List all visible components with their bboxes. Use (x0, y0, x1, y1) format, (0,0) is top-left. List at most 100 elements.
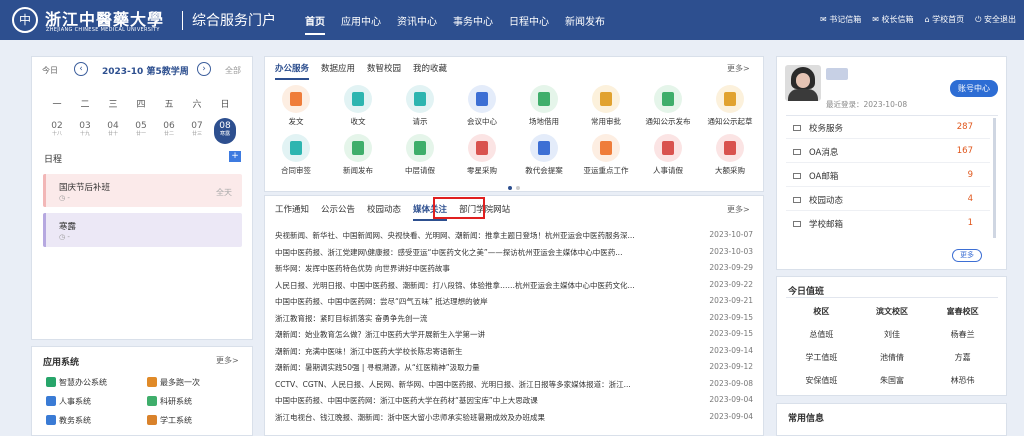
tab-announcements[interactable]: 公示公告 (321, 203, 355, 221)
calendar-day[interactable]: 04 廿十 (102, 118, 124, 144)
nav-schedule-center[interactable]: 日程中心 (509, 13, 549, 35)
news-item[interactable]: 浙江电视台、钱江晚报、潮新闻：浙中医大留小忠师承实验班暑期成效及办班成果 2023… (275, 412, 753, 423)
news-more-link[interactable]: 更多> (727, 204, 750, 215)
app-research[interactable]: 科研系统 (147, 396, 192, 407)
next-week-button[interactable]: › (197, 62, 211, 76)
news-item[interactable]: 新华网：发挥中医药特色优势 向世界讲好中医药故事 2023-09-29 (275, 263, 753, 274)
news-item[interactable]: 潮新闻：充满中医味！浙江中医药大学校长陈忠寄语新生 2023-09-14 (275, 346, 753, 357)
message-item[interactable]: 校务服务 287 (793, 122, 973, 134)
message-icon (793, 149, 801, 155)
nav-app-center[interactable]: 应用中心 (341, 13, 381, 35)
news-item[interactable]: CCTV、CGTN、人民日报、人民网、新华网、中国中医药报、光明日报、浙江日报等… (275, 379, 753, 390)
news-item[interactable]: 中国中医药报、中国中医药网：尝尽“四气五味” 抵达理想的彼岸 2023-09-21 (275, 296, 753, 307)
carousel-dot[interactable] (508, 186, 512, 190)
news-title[interactable]: 浙江电视台、钱江晚报、潮新闻：浙中医大留小忠师承实验班暑期成效及办班成果 (275, 412, 695, 423)
scrollbar[interactable] (993, 118, 996, 238)
message-item[interactable]: OA消息 167 (793, 146, 973, 158)
all-button[interactable]: 全部 (225, 65, 241, 76)
app-smart-office[interactable]: 智慧办公系统 (46, 377, 107, 388)
app-run-once[interactable]: 最多跑一次 (147, 377, 200, 388)
calendar-day[interactable]: 07 廿三 (186, 118, 208, 144)
message-item[interactable]: 学校邮箱 1 (793, 218, 973, 230)
news-title[interactable]: 浙江教育报：紧盯目标抓落实 奋勇争先创一流 (275, 313, 695, 324)
add-schedule-button[interactable]: + (229, 151, 241, 162)
calendar-day[interactable]: 06 廿二 (158, 118, 180, 144)
service-item[interactable]: 收文 (328, 85, 388, 127)
service-item[interactable]: 亚运重点工作 (576, 134, 636, 176)
service-item[interactable]: 请示 (390, 85, 450, 127)
nav-affairs-center[interactable]: 事务中心 (453, 13, 493, 35)
app-hr[interactable]: 人事系统 (46, 396, 91, 407)
user-avatar[interactable] (785, 65, 821, 101)
service-item[interactable]: 新闻发布 (328, 134, 388, 176)
news-item[interactable]: 中国中医药报、中国中医药网：浙江中医药大学在药材“基因宝库”中上大思政课 2023… (275, 395, 753, 406)
app-academic[interactable]: 教务系统 (46, 415, 91, 426)
tab-data-apps[interactable]: 数据应用 (321, 62, 355, 80)
event-card[interactable]: 国庆节后补班 ◷ - 全天 (43, 174, 242, 207)
news-item[interactable]: 潮新闻：暑期调实践50强 | 寻根溯源，从“红医精神”汲取力量 2023-09-1… (275, 362, 753, 373)
news-item[interactable]: 浙江教育报：紧盯目标抓落实 奋勇争先创一流 2023-09-15 (275, 313, 753, 324)
tab-work-notice[interactable]: 工作通知 (275, 203, 309, 221)
president-mailbox-link[interactable]: ✉ 校长信箱 (872, 14, 913, 25)
prev-week-button[interactable]: ‹ (74, 62, 88, 76)
news-title[interactable]: 中国中医药报、浙江党建网\健康报：感受亚运“中医药文化之美”——探访杭州亚运会主… (275, 247, 695, 258)
event-card[interactable]: 寒露 ◷ - (43, 213, 242, 247)
office-more-link[interactable]: 更多> (727, 63, 750, 74)
today-button[interactable]: 今日 (42, 65, 58, 76)
news-title[interactable]: 人民日报、光明日报、中国中医药报、潮新闻：打八段锦、体验推拿……杭州亚运会主媒体… (275, 280, 695, 291)
service-item[interactable]: 人事请假 (638, 134, 698, 176)
news-title[interactable]: 潮新闻：暑期调实践50强 | 寻根溯源，从“红医精神”汲取力量 (275, 362, 695, 373)
service-item[interactable]: 大额采购 (700, 134, 760, 176)
news-item[interactable]: 人民日报、光明日报、中国中医药报、潮新闻：打八段锦、体验推拿……杭州亚运会主媒体… (275, 280, 753, 291)
service-item[interactable]: 发文 (266, 85, 326, 127)
apps-more-link[interactable]: 更多> (216, 355, 239, 366)
nav-home[interactable]: 首页 (305, 13, 325, 35)
service-item[interactable]: 教代会提案 (514, 134, 574, 176)
service-icon (716, 85, 744, 113)
service-item[interactable]: 会议中心 (452, 85, 512, 127)
tab-favorites[interactable]: 我的收藏 (413, 62, 447, 80)
news-title[interactable]: 潮新闻：始业教育怎么做？浙江中医药大学开展新生入学第一讲 (275, 329, 695, 340)
calendar-day[interactable]: 02 十八 (46, 118, 68, 144)
service-item[interactable]: 零星采购 (452, 134, 512, 176)
news-item[interactable]: 潮新闻：始业教育怎么做？浙江中医药大学开展新生入学第一讲 2023-09-15 (275, 329, 753, 340)
service-label: 中层请假 (405, 166, 435, 175)
news-title[interactable]: CCTV、CGTN、人民日报、人民网、新华网、中国中医药报、光明日报、浙江日报等… (275, 379, 695, 390)
news-title[interactable]: 新华网：发挥中医药特色优势 向世界讲好中医药故事 (275, 263, 695, 274)
message-count: 287 (956, 122, 973, 132)
office-tabs: 办公服务 数据应用 数智校园 我的收藏 (275, 62, 447, 80)
logout-link[interactable]: ⏻ 安全退出 (975, 14, 1016, 25)
tab-office-services[interactable]: 办公服务 (275, 62, 310, 80)
tab-campus-news[interactable]: 校园动态 (367, 203, 401, 221)
service-item[interactable]: 常用审批 (576, 85, 636, 127)
message-item[interactable]: 校园动态 4 (793, 194, 973, 206)
carousel-dot[interactable] (516, 186, 520, 190)
calendar-day[interactable]: 05 廿一 (130, 118, 152, 144)
tab-digital-campus[interactable]: 数智校园 (367, 62, 401, 80)
service-item[interactable]: 合同审签 (266, 134, 326, 176)
secretary-mailbox-link[interactable]: ✉ 书记信箱 (820, 14, 861, 25)
messages-more-button[interactable]: 更多 (952, 249, 982, 262)
nav-news-publish[interactable]: 新闻发布 (565, 13, 605, 35)
news-item[interactable]: 中国中医药报、浙江党建网\健康报：感受亚运“中医药文化之美”——探访杭州亚运会主… (275, 247, 753, 258)
message-item[interactable]: OA邮箱 9 (793, 170, 973, 182)
school-home-link[interactable]: ⌂ 学校首页 (925, 14, 965, 25)
news-title[interactable]: 中国中医药报、中国中医药网：浙江中医药大学在药材“基因宝库”中上大思政课 (275, 395, 695, 406)
nav-news-center[interactable]: 资讯中心 (397, 13, 437, 35)
service-item[interactable]: 场地借用 (514, 85, 574, 127)
calendar-day[interactable]: 03 十九 (74, 118, 96, 144)
header-links: ✉ 书记信箱 ✉ 校长信箱 ⌂ 学校首页 ⏻ 安全退出 (820, 14, 1016, 25)
account-center-button[interactable]: 账号中心 (950, 80, 998, 97)
news-title[interactable]: 中国中医药报、中国中医药网：尝尽“四气五味” 抵达理想的彼岸 (275, 296, 695, 307)
news-title[interactable]: 央视新闻、新华社、中国新闻网、央视快看、光明网、潮新闻：推拿主题日登场！杭州亚运… (275, 230, 695, 241)
news-title[interactable]: 潮新闻：充满中医味！浙江中医药大学校长陈忠寄语新生 (275, 346, 695, 357)
university-logo[interactable]: 中 (12, 7, 38, 33)
calendar-day-selected[interactable]: 08 寒露 (214, 118, 236, 144)
divider (786, 186, 990, 187)
message-count: 1 (967, 218, 973, 228)
service-item[interactable]: 通知公示起草 (700, 85, 760, 127)
app-student-affairs[interactable]: 学工系统 (147, 415, 192, 426)
news-item[interactable]: 央视新闻、新华社、中国新闻网、央视快看、光明网、潮新闻：推拿主题日登场！杭州亚运… (275, 230, 753, 241)
service-item[interactable]: 通知公示发布 (638, 85, 698, 127)
service-item[interactable]: 中层请假 (390, 134, 450, 176)
